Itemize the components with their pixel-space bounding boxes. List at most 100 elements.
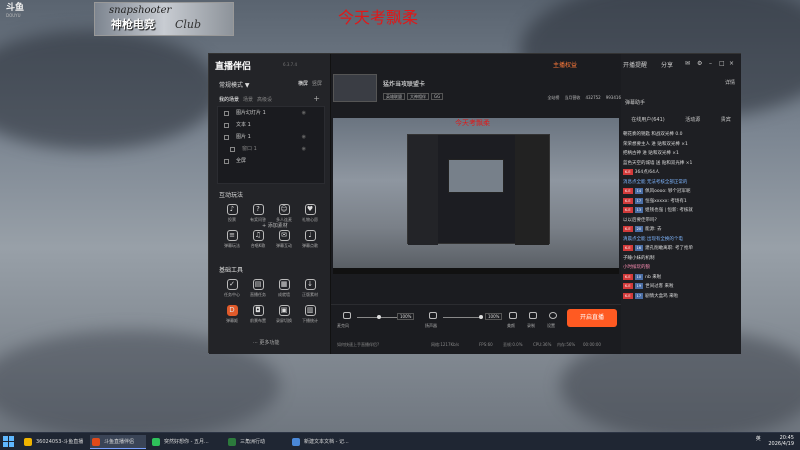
eye-icon[interactable]: ◉ [302, 131, 306, 143]
settings-button[interactable]: 设置 [547, 323, 555, 329]
chat-message[interactable]: 小时候玩的狼 [623, 263, 739, 273]
chat-detail-link[interactable]: 详情 [725, 79, 735, 86]
tool-achievements[interactable]: ▦ 成就墙 [271, 277, 297, 303]
tool-quiz[interactable]: ? 有奖问答 [245, 202, 271, 228]
chat-icon: ✉ [278, 230, 290, 241]
add-scene-icon[interactable]: + [313, 94, 320, 103]
start-live-button[interactable]: 开启直播 [567, 309, 617, 327]
tool-vote[interactable]: ♪ 投票 [219, 202, 245, 228]
remind-button[interactable]: 开播提醒 [623, 60, 647, 69]
tag-gg[interactable]: GG [431, 93, 444, 100]
tool-assets[interactable]: ↓ 正版素材 [297, 277, 323, 303]
mic-volume[interactable]: 100% [397, 313, 415, 320]
checkbox-icon[interactable] [224, 159, 229, 164]
chat-message[interactable]: K.E 14 佩风oooo: 够个冠军呢 [623, 187, 739, 197]
room-cover[interactable] [333, 74, 377, 102]
checkbox-icon[interactable] [224, 123, 229, 128]
danmaku-box-icon: D [226, 305, 238, 316]
tool-song-request[interactable]: ♩ 弹幕点歌 [297, 228, 323, 254]
tool-task-center[interactable]: ✓ 任务中心 [219, 277, 245, 303]
settings-icon[interactable]: ⚙ [697, 60, 702, 67]
chat-message[interactable]: 把柄古神 进 贴和双光棒 ×1 [623, 149, 739, 159]
source-item[interactable]: 图片 1 ◉ [218, 131, 324, 143]
tool-danmaku-interact[interactable]: ✉ 弹幕互动 [271, 228, 297, 254]
tool-live-task[interactable]: ▤ 直播任务 [245, 277, 271, 303]
tool-multi-mic[interactable]: ☺ 多人连麦 [271, 202, 297, 228]
ime-indicator[interactable]: 英 [756, 436, 761, 442]
chat-message[interactable]: K.E 13 姐钱也强 | 恒新: 考核就 [623, 206, 739, 216]
taskbar-app[interactable]: 新建文本文档 - 记... [290, 435, 364, 449]
gear-icon[interactable] [549, 312, 557, 319]
fan-badge: K.E [623, 169, 633, 175]
status-bar: 如何快速上手直播伴侣? 网络:1217Kb/s FPS:60 丢帧:0.0% C… [331, 338, 621, 352]
source-item[interactable]: 文本 1 [218, 119, 324, 131]
minimize-icon[interactable]: – [709, 60, 712, 67]
source-item[interactable]: 图片幻灯片 1 ◉ [218, 107, 324, 119]
source-item[interactable]: 窗口 1 ◉ [218, 143, 324, 155]
checkbox-icon[interactable] [224, 135, 229, 140]
maximize-icon[interactable]: □ [719, 60, 725, 67]
source-item[interactable]: 全屏 [218, 155, 324, 167]
beauty-button[interactable]: 美颜 [507, 323, 515, 329]
stream-preview[interactable]: 今天考飘柔 [333, 118, 619, 274]
host-rights-button[interactable]: 主播权益 [553, 60, 577, 69]
speaker-icon[interactable] [429, 312, 437, 319]
chat-message[interactable]: 朝花奏的钥匙 和战双光棒 0.0 [623, 130, 739, 140]
tab-scenes[interactable]: 场景 [243, 97, 253, 103]
chat-message[interactable]: K.E 17 恒强xxxxx: 考场有1 [623, 197, 739, 207]
eye-icon[interactable]: ◉ [302, 143, 306, 155]
tool-record-switch[interactable]: ▣ 录屏切换 [271, 303, 297, 329]
tag-companion[interactable]: 大神相伴 [407, 93, 429, 100]
mic-icon[interactable] [343, 312, 351, 319]
chat-message[interactable]: K.E 16 建孔削敢离职: 考了抢单 [623, 244, 739, 254]
taskbar-app[interactable]: 36024053-斗鱼直播 [22, 435, 88, 449]
more-features-link[interactable]: ··· 更多功能 [253, 339, 279, 346]
chat-message[interactable]: K.E 19 世间过客 来啦 [623, 282, 739, 292]
mode-dropdown[interactable]: 常规模式 ▼ [219, 80, 250, 89]
chat-message[interactable]: 子睡小妹的机制 [623, 254, 739, 264]
tool-danmaku-play[interactable]: ≡ 弹幕玩法 [219, 228, 245, 254]
tag-game[interactable]: 英雄联盟 [383, 93, 405, 100]
checkbox-icon[interactable] [230, 147, 235, 152]
tool-karaoke[interactable]: ♫ 合唱K歌 [245, 228, 271, 254]
speaker-volume[interactable]: 100% [485, 313, 503, 320]
taskbar-app[interactable]: 斗鱼直播伴侣 [90, 435, 146, 449]
record-icon[interactable] [529, 312, 537, 319]
chat-message[interactable]: K.E 20 能源: 去 [623, 225, 739, 235]
tab-vip[interactable]: 贵宾 [721, 116, 731, 123]
taskbar-app[interactable]: 三角洲行动 [226, 435, 286, 449]
share-button[interactable]: 分享 [661, 60, 673, 69]
speaker-slider-knob[interactable] [479, 315, 483, 319]
chat-message[interactable]: K.E 17 剧情大盒鸡 来啦 [623, 292, 739, 302]
tab-landscape[interactable]: 横屏 [298, 81, 308, 87]
tool-gift-wish[interactable]: ♥ 礼物心愿 [297, 202, 323, 228]
chat-message[interactable]: 消息点全能 无法考核全部正常的 [623, 178, 739, 188]
message-icon[interactable]: ✉ [685, 60, 690, 67]
chat-message[interactable]: 蓝色天空的城墙 送 贴和双光棒 ×1 [623, 159, 739, 169]
tab-portrait[interactable]: 竖屏 [312, 81, 322, 87]
tab-online-users[interactable]: 在线用户(641) [631, 116, 664, 123]
checkbox-icon[interactable] [224, 111, 229, 116]
tool-stats[interactable]: ▥ 下播统计 [297, 303, 323, 329]
room-title[interactable]: 猛炸当攻联盟卡 [383, 79, 425, 88]
close-icon[interactable]: × [729, 60, 734, 67]
tool-danmaku-girl[interactable]: D 弹幕姬 [219, 303, 245, 329]
windows-start-icon[interactable] [3, 436, 15, 448]
tab-my-scenes[interactable]: 我的场景 [219, 97, 239, 103]
chat-message[interactable]: 以以后要佳带吗? [623, 216, 739, 226]
beauty-icon[interactable] [509, 312, 517, 319]
chat-message[interactable]: 清晨点全能 出现有全换的个电 [623, 235, 739, 245]
taskbar-app[interactable]: 突然好想你 - 五月... [150, 435, 222, 449]
chat-message[interactable]: K.E 364点/64人 [623, 168, 739, 178]
chat-message[interactable]: K.E 10 nb 来啦 [623, 273, 739, 283]
tab-advanced[interactable]: 高级设 [257, 97, 272, 103]
clock-date[interactable]: 2026/4/19 [768, 441, 794, 447]
eye-icon[interactable]: ◉ [302, 107, 306, 119]
record-button[interactable]: 录制 [527, 323, 535, 329]
speaker-slider[interactable] [443, 317, 483, 318]
help-link[interactable]: 如何快速上手直播伴侣? [337, 342, 379, 348]
chat-message[interactable]: 荣荣想要主人 进 贴和双光棒 ×1 [623, 140, 739, 150]
tab-activity[interactable]: 活动源 [685, 116, 700, 123]
tool-foreground[interactable]: ◘ 前景布置 [245, 303, 271, 329]
mic-slider-knob[interactable] [377, 315, 381, 319]
